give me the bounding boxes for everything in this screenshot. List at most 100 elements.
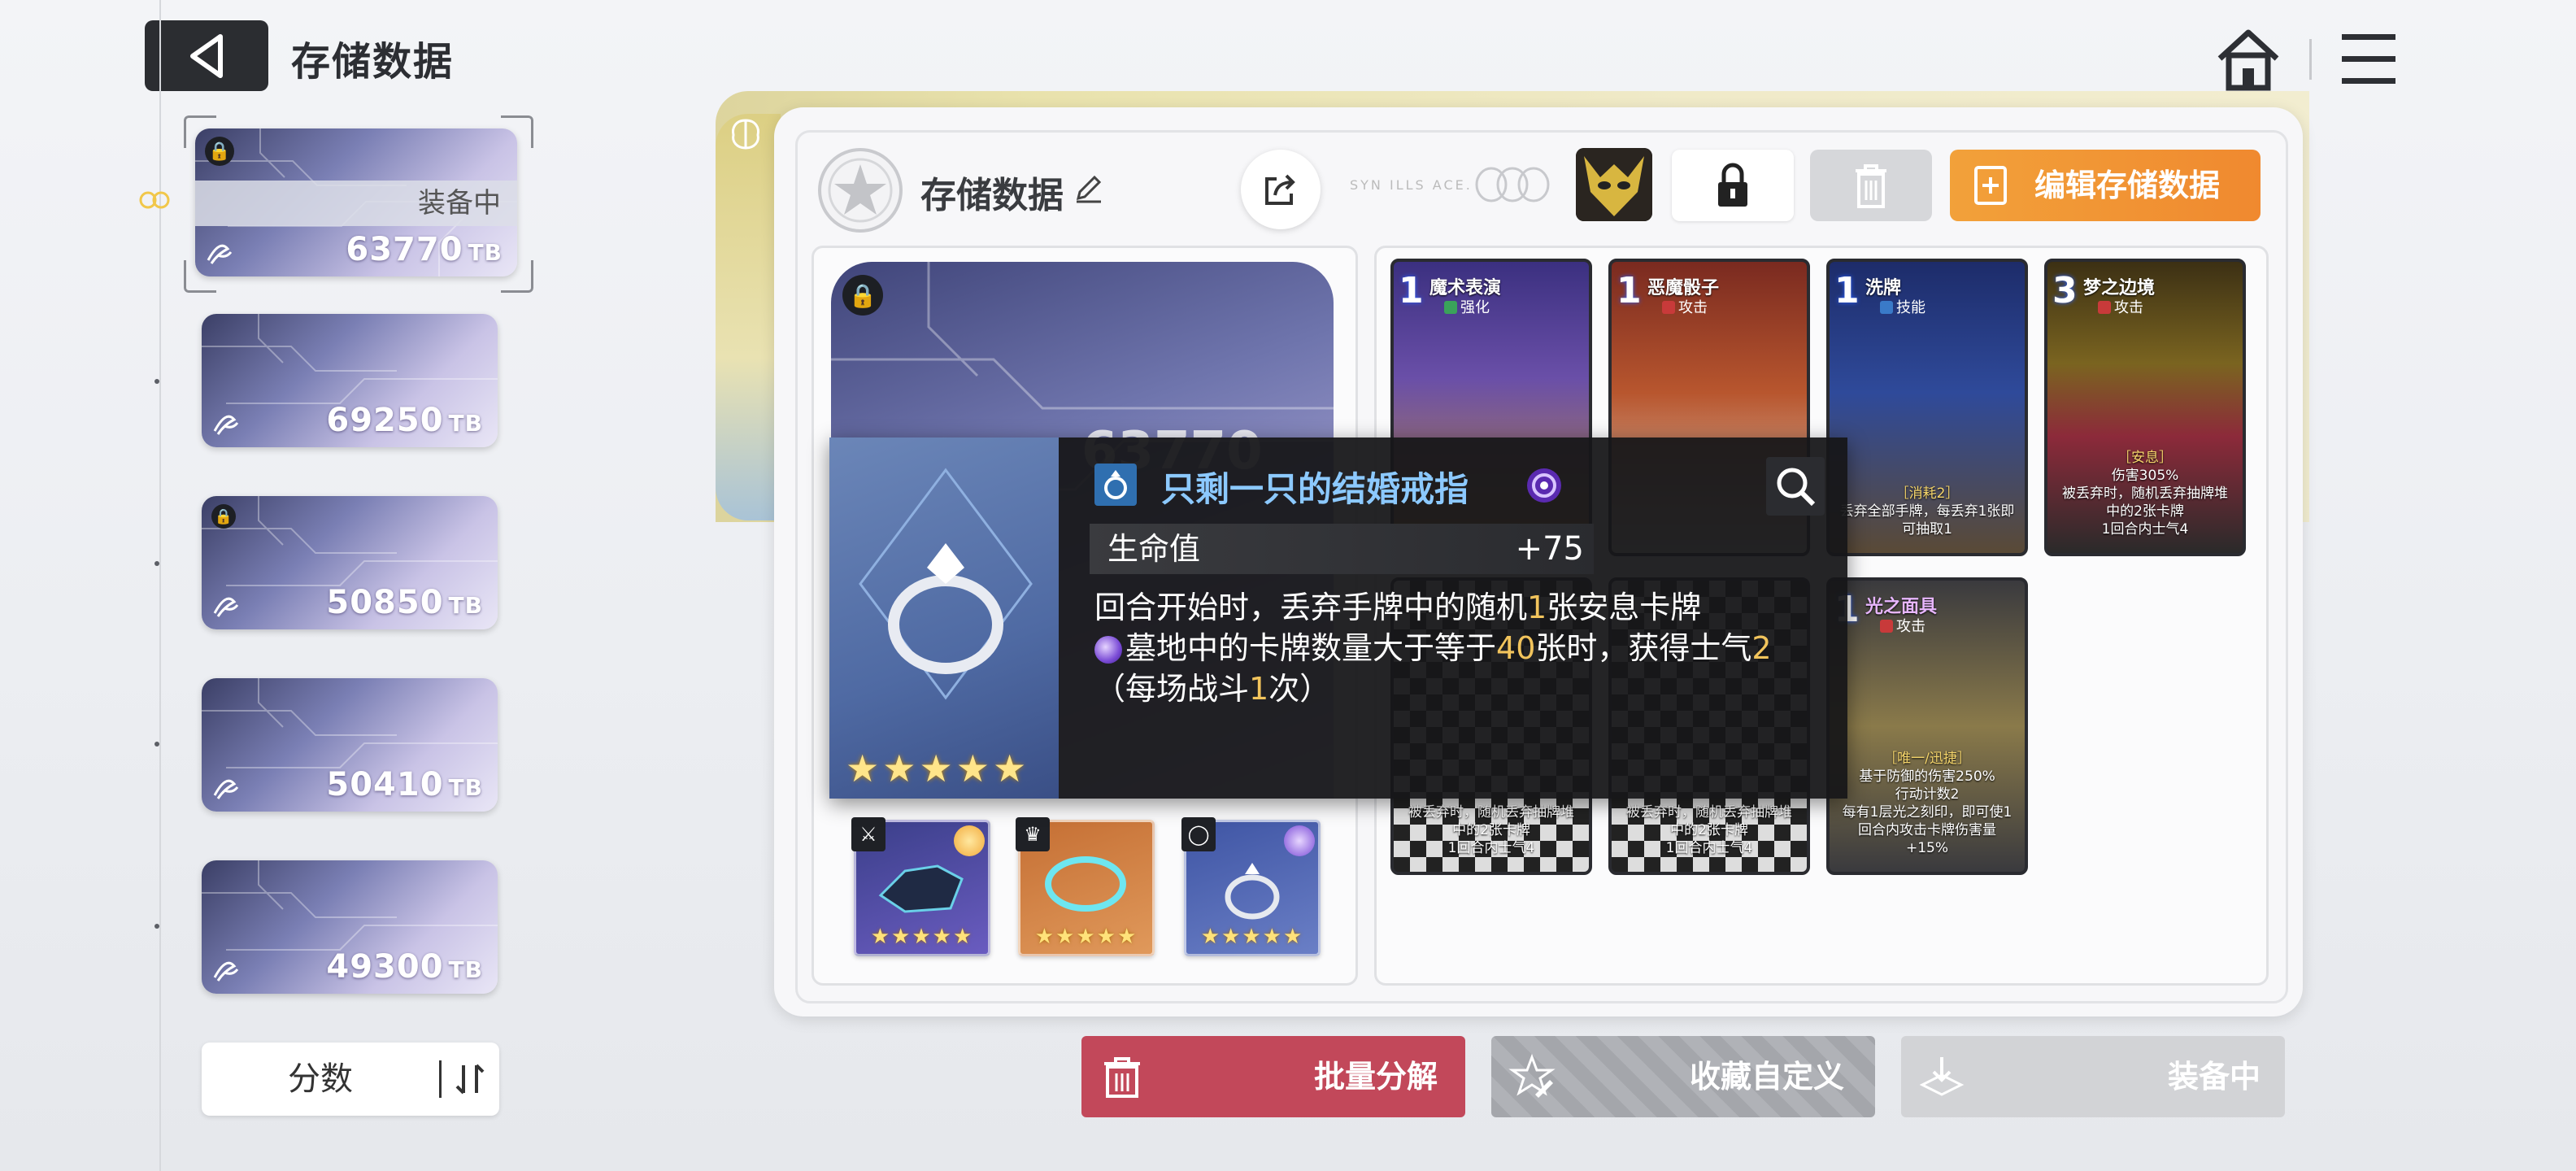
bulk-dismantle-button[interactable]: 批量分解 [1081,1036,1465,1117]
save-slot-2[interactable]: 69250 TB [202,314,498,447]
header-divider [2309,39,2312,80]
star-edit-icon [1508,1053,1556,1098]
slot-score: 50410 TB [326,766,483,803]
card-desc: 被丢弃时，随机丢弃抽牌堆中的2张卡牌 1回合内士气4 [1626,804,1792,856]
trash-icon [1856,164,1886,208]
relic-tooltip: ★★★★★ 只剩一只的结婚戒指 生命值 +75 回合开始时，丢弃手牌中的随机1张… [829,437,1847,799]
stat-row: 生命值 +75 [1090,524,1594,574]
orb-inline-icon [1094,636,1122,664]
share-icon [1265,174,1295,205]
sort-label: 分数 [288,1060,353,1098]
signature-icon [213,961,239,982]
card-kind: 技能 [1880,296,1925,317]
sort-divider [439,1060,442,1098]
card-7[interactable]: 1 光之面具 攻击 ［唯一/迅捷］基于防御的伤害250% 行动计数2 每有1层光… [1826,577,2028,875]
signature-icon [213,597,239,617]
signature-icon [213,779,239,799]
tooltip-art: ★★★★★ [829,437,1059,799]
edit-deck-icon [1974,166,2007,205]
save-slot-1[interactable]: 🔒 装备中 63770 TB [195,128,517,276]
sort-order-icon[interactable] [450,1059,491,1099]
card-desc: ［唯一/迅捷］ 基于防御的伤害250% 行动计数2 每有1层光之刻印，即可使1回合… [1842,751,2012,856]
bracelet-icon [1045,856,1126,912]
slot-rail [159,0,161,1171]
favorite-custom-label: 收藏自定义 [1689,1059,1844,1095]
trash-icon [1104,1057,1140,1098]
slot-score: 50850 TB [326,584,483,621]
stat-label: 生命值 [1107,531,1201,567]
wedding-ring-icon [1225,863,1280,920]
card-kind: 攻击 [1662,296,1708,317]
relic-stars: ★★★★★ [1034,925,1138,949]
search-button[interactable] [1766,457,1825,516]
signature-icon [207,244,233,264]
equip-label: 装备中 [2167,1059,2261,1095]
relic-stars: ★★★★★ [1200,925,1304,949]
character-avatar[interactable] [1576,148,1652,221]
menu-button[interactable] [2334,24,2407,94]
card-3[interactable]: 1 洗牌 技能 ［消耗2］ 丢弃全部手牌，每丢弃1张即可抽取1 [1826,259,2028,556]
back-arrow-icon [190,33,223,78]
slot-score: 49300 TB [326,948,483,986]
save-slot-3[interactable]: 🔒 50850 TB [202,496,498,629]
card-desc: ［安息］ 伤害305% 被丢弃时，随机丢弃抽牌堆中的2张卡牌 1回合内士气4 [2062,450,2228,538]
save-slot-5[interactable]: 49300 TB [202,860,498,994]
ring-type-icon [1094,464,1137,506]
lock-button[interactable] [1672,150,1794,221]
tooltip-description: 回合开始时，丢弃手牌中的随机1张安息卡牌 墓地中的卡牌数量大于等于40张时，获得… [1094,590,1772,707]
signature-icon [213,415,239,435]
orb-badge-icon [1527,468,1561,503]
deck-title: 存储数据 [920,175,1064,216]
slot-score: 69250 TB [326,402,483,439]
delete-button[interactable] [1810,150,1932,221]
lock-icon: 🔒 [205,137,234,166]
home-button[interactable] [2212,23,2285,96]
card-desc: ［消耗2］ 丢弃全部手牌，每丢弃1张即可抽取1 [1839,485,2015,538]
relic-slot-2[interactable]: ♛ ★★★★★ [1016,817,1155,956]
equip-icon [1919,1057,1965,1096]
edit-save-data-label: 编辑存储数据 [2034,168,2221,203]
panel-gold-side [716,114,781,520]
share-button[interactable] [1241,150,1321,229]
bulk-dismantle-label: 批量分解 [1313,1059,1438,1095]
search-icon [1777,468,1816,507]
card-kind: 攻击 [2098,296,2143,317]
rail-dot [154,924,159,929]
card-cost: 1 [1834,270,1860,311]
lock-icon [1718,163,1747,207]
rail-dot [154,561,159,566]
lock-icon: 🔒 [211,504,236,529]
wedding-ring-icon [859,468,1033,700]
brain-icon [732,119,759,150]
card-cost: 1 [1399,270,1424,311]
favorite-custom-button[interactable]: 收藏自定义 [1491,1036,1875,1117]
equip-button[interactable]: 装备中 [1901,1036,2285,1117]
relic-slot-1[interactable]: ⚔ ★★★★★ [851,817,990,956]
edit-save-data-button[interactable]: 编辑存储数据 [1950,150,2261,221]
card-kind: 强化 [1444,296,1490,317]
home-icon [2217,29,2279,91]
equipped-status: 装备中 [195,181,517,226]
sort-control[interactable]: 分数 [202,1043,499,1116]
lock-icon: 🔒 [842,275,883,316]
slot-score: 63770 TB [346,231,503,268]
page-title: 存储数据 [291,39,455,85]
card-4[interactable]: 3 梦之边境 攻击 ［安息］ 伤害305% 被丢弃时，随机丢弃抽牌堆中的2张卡牌 … [2044,259,2246,556]
menu-icon [2342,34,2395,84]
pencil-icon[interactable] [1072,172,1104,205]
relic-stars: ★★★★★ [870,925,974,949]
card-kind: 攻击 [1880,615,1925,636]
save-slot-4[interactable]: 50410 TB [202,678,498,812]
relic-slot-3[interactable]: ◯ ★★★★★ [1181,817,1321,956]
deck-emblem-icon [818,148,903,233]
rings-deco-icon [1475,167,1550,202]
card-cost: 1 [1617,270,1642,311]
rail-dot [154,379,159,384]
tooltip-stars: ★★★★★ [846,747,1030,790]
back-button[interactable] [145,20,268,91]
card-cost: 3 [2052,270,2078,311]
mask-portrait-icon [1576,148,1652,221]
gauntlet-icon [878,864,964,913]
tooltip-title: 只剩一只的结婚戒指 [1161,469,1469,509]
stat-value: +75 [1515,530,1584,568]
